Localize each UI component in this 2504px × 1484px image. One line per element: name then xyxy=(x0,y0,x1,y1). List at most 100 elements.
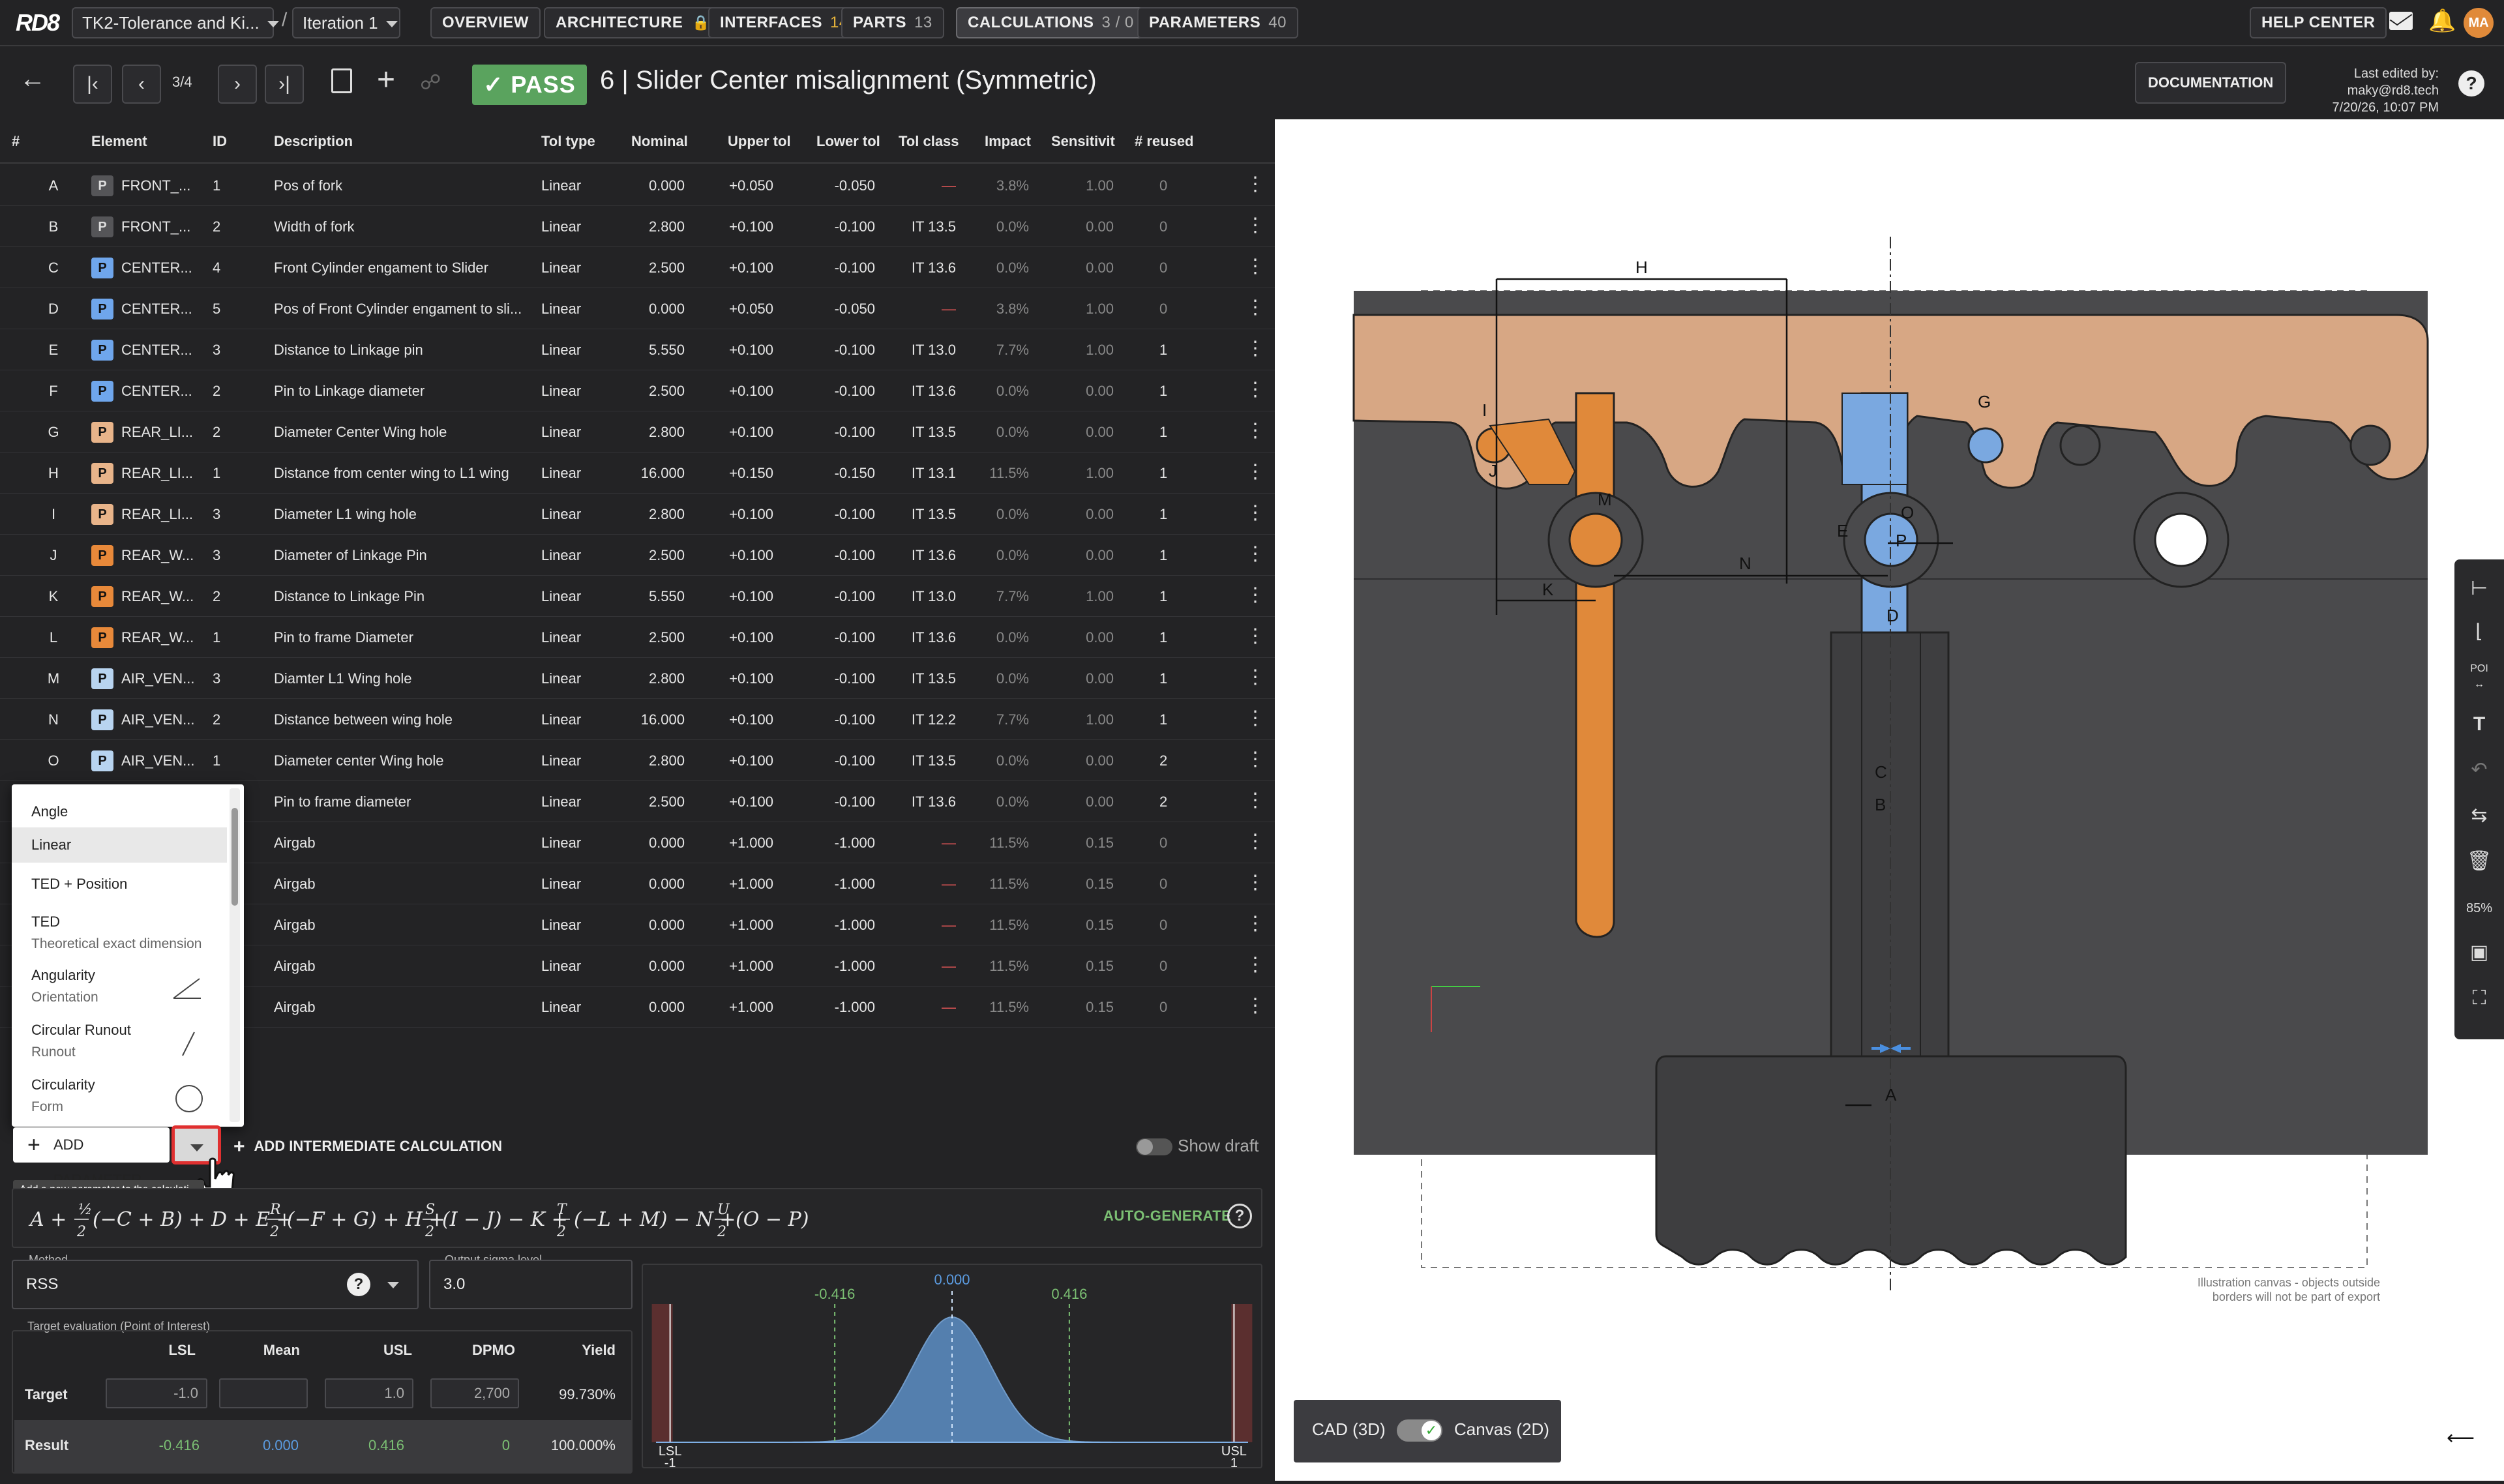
last-page-button[interactable]: ›| xyxy=(265,65,304,104)
table-row[interactable]: N AIR_VEN... 2 Distance between wing hole Li… xyxy=(0,699,1275,740)
cell-description[interactable]: Distance to Linkage pin xyxy=(274,329,522,370)
nav-parts[interactable]: PARTS 13 xyxy=(841,7,944,38)
focus-icon[interactable]: ▣ xyxy=(2454,936,2504,969)
col-header-impact[interactable]: Impact xyxy=(985,119,1031,164)
poi-icon[interactable]: POI ↔ xyxy=(2454,661,2504,694)
row-menu-icon[interactable]: ⋮ xyxy=(1245,247,1265,288)
mode-switch[interactable]: ✓ xyxy=(1397,1419,1442,1442)
copy-icon[interactable] xyxy=(331,68,352,93)
app-logo[interactable]: RD8 xyxy=(16,9,60,37)
target-usl-input[interactable]: 1.0 xyxy=(325,1378,413,1408)
method-help-icon[interactable]: ? xyxy=(347,1273,370,1296)
col-header-nominal[interactable]: Nominal xyxy=(631,119,688,164)
add-icon[interactable]: + xyxy=(377,62,395,98)
part-badge[interactable]: P xyxy=(91,299,113,319)
row-menu-icon[interactable]: ⋮ xyxy=(1245,165,1265,206)
cell-description[interactable]: Pos of fork xyxy=(274,165,522,206)
formula-box[interactable]: A + ½ 2 (−C + B) + D + E + R 2 (−F + G) + … xyxy=(12,1188,1262,1248)
table-row[interactable]: I REAR_LI... 3 Diameter L1 wing hole Linear 2… xyxy=(0,494,1275,535)
help-center-button[interactable]: HELP CENTER xyxy=(2250,7,2387,38)
auto-generate-button[interactable]: AUTO-GENERATE xyxy=(1103,1208,1231,1224)
part-badge[interactable]: P xyxy=(91,340,113,361)
table-row[interactable]: L REAR_W... 1 Pin to frame Diameter Linear 2.… xyxy=(0,617,1275,658)
row-menu-icon[interactable]: ⋮ xyxy=(1245,576,1265,617)
row-menu-icon[interactable]: ⋮ xyxy=(1245,370,1265,411)
row-menu-icon[interactable]: ⋮ xyxy=(1245,904,1265,945)
cell-description[interactable]: Pin to frame Diameter xyxy=(274,617,522,658)
nav-interfaces[interactable]: INTERFACES 14 xyxy=(708,7,860,38)
cell-description[interactable]: Pin to frame diameter xyxy=(274,781,522,822)
table-row[interactable]: F CENTER... 2 Pin to Linkage diameter Linear… xyxy=(0,370,1275,411)
dropdown-item-ted-position[interactable]: TED + Position xyxy=(12,867,227,902)
col-header-upper-tol[interactable]: Upper tol xyxy=(728,119,791,164)
row-menu-icon[interactable]: ⋮ xyxy=(1245,617,1265,658)
row-menu-icon[interactable]: ⋮ xyxy=(1245,863,1265,904)
nav-parameters[interactable]: PARAMETERS 40 xyxy=(1137,7,1298,38)
row-menu-icon[interactable]: ⋮ xyxy=(1245,740,1265,781)
help-icon[interactable]: ? xyxy=(2458,70,2484,96)
table-row[interactable]: H REAR_LI... 1 Distance from center wing to… xyxy=(0,453,1275,494)
table-row[interactable]: O AIR_VEN... 1 Diameter center Wing hole Lin… xyxy=(0,740,1275,781)
prev-page-button[interactable]: ‹ xyxy=(122,65,161,104)
part-badge[interactable]: P xyxy=(91,545,113,566)
dropdown-item-angle[interactable]: Angle xyxy=(12,799,227,825)
part-badge[interactable]: P xyxy=(91,463,113,484)
part-badge[interactable]: P xyxy=(91,668,113,689)
vertical-dimension-icon[interactable]: ⌊ xyxy=(2454,616,2504,648)
table-row[interactable]: J REAR_W... 3 Diameter of Linkage Pin Linear… xyxy=(0,535,1275,576)
row-menu-icon[interactable]: ⋮ xyxy=(1245,453,1265,494)
method-select[interactable]: RSS ? xyxy=(12,1260,419,1309)
part-badge[interactable]: P xyxy=(91,586,113,607)
fullscreen-icon[interactable]: ⛶ xyxy=(2454,982,2504,1015)
undo-icon[interactable]: ↶ xyxy=(2454,754,2504,786)
link-icon[interactable]: ☍ xyxy=(420,70,441,95)
dropdown-scrollbar[interactable] xyxy=(230,788,240,1122)
cell-description[interactable]: Airgab xyxy=(274,904,522,945)
mail-icon[interactable] xyxy=(2389,9,2413,30)
cell-description[interactable]: Distance between wing hole xyxy=(274,699,522,740)
align-icon[interactable]: ⇆ xyxy=(2454,799,2504,832)
linear-dimension-icon[interactable]: ⊢ xyxy=(2454,572,2504,605)
table-row[interactable]: D CENTER... 5 Pos of Front Cylinder engamen… xyxy=(0,288,1275,329)
target-lsl-input[interactable]: -1.0 xyxy=(106,1378,207,1408)
dropdown-item-circular-runout[interactable]: Circular Runout Runout xyxy=(12,1019,227,1065)
part-badge[interactable]: P xyxy=(91,709,113,730)
show-draft-toggle[interactable] xyxy=(1136,1138,1172,1155)
cell-description[interactable]: Distance from center wing to L1 wing xyxy=(274,453,522,494)
row-menu-icon[interactable]: ⋮ xyxy=(1245,535,1265,576)
part-badge[interactable]: P xyxy=(91,627,113,648)
cell-description[interactable]: Airgab xyxy=(274,822,522,863)
col-header-reused[interactable]: # reused xyxy=(1135,119,1194,164)
row-menu-icon[interactable]: ⋮ xyxy=(1245,658,1265,699)
next-page-button[interactable]: › xyxy=(218,65,257,104)
drawing-canvas[interactable]: H G I J M O P E N K D C B A Illustration… xyxy=(1275,119,2504,1481)
row-menu-icon[interactable]: ⋮ xyxy=(1245,288,1265,329)
mode-2d-label[interactable]: Canvas (2D) xyxy=(1454,1419,1549,1440)
part-badge[interactable]: P xyxy=(91,258,113,278)
cell-description[interactable]: Width of fork xyxy=(274,206,522,247)
cell-description[interactable]: Airgab xyxy=(274,945,522,987)
cell-description[interactable]: Airgab xyxy=(274,987,522,1028)
formula-help-icon[interactable]: ? xyxy=(1227,1204,1252,1228)
row-menu-icon[interactable]: ⋮ xyxy=(1245,699,1265,740)
row-menu-icon[interactable]: ⋮ xyxy=(1245,411,1265,453)
row-menu-icon[interactable]: ⋮ xyxy=(1245,945,1265,987)
table-row[interactable]: A FRONT_... 1 Pos of fork Linear 0.000 +0.050 -… xyxy=(0,165,1275,206)
add-parameter-button[interactable]: +ADD PARAMETER xyxy=(13,1127,170,1188)
text-tool-icon[interactable]: T xyxy=(2454,708,2504,741)
part-badge[interactable]: P xyxy=(91,216,113,237)
col-header-tol-class[interactable]: Tol class xyxy=(899,119,959,164)
col-header-element[interactable]: Element xyxy=(91,119,147,164)
back-arrow-icon[interactable]: ← xyxy=(20,65,46,94)
table-row[interactable]: C CENTER... 4 Front Cylinder engament to Sl… xyxy=(0,247,1275,288)
cell-description[interactable]: Diamter L1 Wing hole xyxy=(274,658,522,699)
part-badge[interactable]: P xyxy=(91,381,113,402)
table-row[interactable]: E CENTER... 3 Distance to Linkage pin Linear… xyxy=(0,329,1275,370)
col-header-key[interactable]: # xyxy=(12,119,20,164)
target-dpmo-input[interactable]: 2,700 xyxy=(430,1378,519,1408)
dropdown-item-angularity[interactable]: Angularity Orientation xyxy=(12,964,227,1010)
col-header-lower-tol[interactable]: Lower tol xyxy=(816,119,880,164)
project-selector[interactable]: TK2-Tolerance and Ki... xyxy=(72,7,279,38)
cell-description[interactable]: Diameter L1 wing hole xyxy=(274,494,522,535)
table-row[interactable]: K REAR_W... 2 Distance to Linkage Pin Linear… xyxy=(0,576,1275,617)
